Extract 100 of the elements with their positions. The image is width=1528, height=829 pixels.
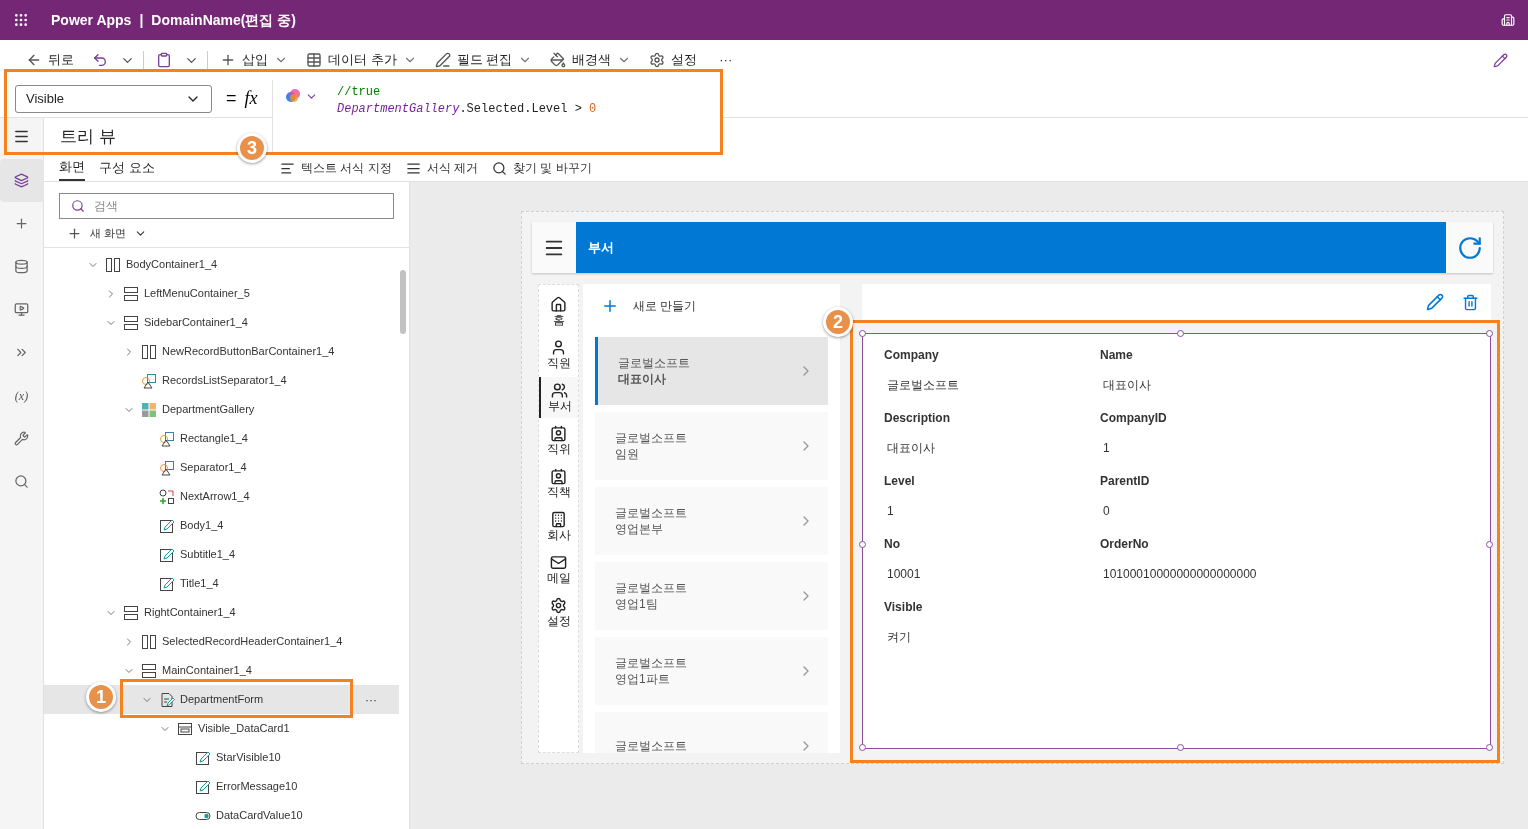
plus-icon [601,297,619,315]
database-icon [14,259,29,274]
panel-title: 트리 뷰 [60,125,116,148]
back-button[interactable]: 뒤로 [20,46,80,74]
field-label: ParentID [1100,473,1151,490]
code-token: DepartmentGallery [337,102,460,116]
new-screen-button[interactable]: 새 화면 [59,219,156,247]
fields-button[interactable]: 필드 편집 [428,46,539,74]
nav-item[interactable]: 회사 [539,506,578,547]
person-icon [550,339,567,356]
nav-item[interactable]: 직위 [539,420,578,461]
nav-item[interactable]: 직책 [539,463,578,504]
gallery-item[interactable]: 글로벌소프트 영업본부 [595,487,828,555]
text-format-button[interactable]: 텍스트 서식 지정 [280,159,392,177]
background-button[interactable]: 배경색 [544,46,638,74]
find-button[interactable]: 찾기 및 바꾸기 [492,159,592,177]
resize-handle[interactable] [1176,330,1184,337]
tree-item[interactable]: MainContainer1_4 [44,656,399,685]
tree-item[interactable]: Rectangle1_4 [44,424,399,453]
more-button[interactable]: ··· [365,690,377,709]
new-record-button[interactable]: 새로 만들기 [595,284,795,328]
nav-item[interactable]: 메일 [539,549,578,590]
resize-handle[interactable] [1486,330,1493,337]
tree-item[interactable]: SidebarContainer1_4 [44,308,399,337]
gallery-item[interactable]: 글로벌소프트 임원 [595,412,828,480]
edit-icon[interactable] [1493,52,1508,68]
tree-item[interactable]: Subtitle1_4 [44,540,399,569]
search-field[interactable]: 검색 [59,193,394,219]
nav-item[interactable]: 부서 [539,377,578,418]
gallery-item[interactable]: 글로벌소프트 영업1팀 [595,562,828,630]
title-separator: | [139,10,144,30]
rows-container-icon [123,285,139,302]
tree-item[interactable]: NewRecordButtonBarContainer1_4 [44,337,399,366]
menu-button[interactable] [532,222,576,273]
tree-item[interactable]: DataCardValue10 [44,801,399,829]
clear-format-button[interactable]: 서식 제거 [405,159,478,177]
tree-item[interactable]: BodyContainer1_4 [44,250,399,279]
formula-editor[interactable]: //true DepartmentGallery.Selected.Level > 0 [272,80,720,152]
app-name: Power Apps [51,10,132,30]
icons-icon [159,488,175,505]
data-button[interactable]: 데이터 추가 [300,46,423,74]
tree-item[interactable]: RecordsListSeparator1_4 [44,366,399,395]
pen-icon [434,52,451,68]
field-label: Level [884,473,916,490]
resize-handle[interactable] [859,330,866,337]
menu-icon[interactable] [13,128,30,145]
contact-card-icon [550,425,567,442]
property-dropdown[interactable]: Visible [15,84,212,113]
tree-item[interactable]: Body1_4 [44,511,399,540]
tree-item[interactable]: Title1_4 [44,569,399,598]
tree-item[interactable]: RightContainer1_4 [44,598,399,627]
department-form[interactable]: Company 글로벌소프트 Name 대표이사 Description 대표이사 CompanyID 1 Level 1 ParentID 0 No 10001 OrderNo 10100010000000000000000 Visible 켜기 [862,333,1491,749]
card-icon [177,720,193,737]
item-subtitle: 대표이사 [618,371,667,387]
gallery-item[interactable]: 글로벌소프트 영업1파트 [595,637,828,705]
resize-handle[interactable] [1176,744,1184,751]
settings-button[interactable]: 설정 [643,46,704,74]
field-label: No [884,536,901,553]
item-subtitle: 영업1파트 [615,671,671,687]
field-value: 대표이사 [886,440,936,457]
tree-item[interactable]: Visible_DataCard1 [44,714,399,743]
resize-handle[interactable] [1486,744,1493,751]
resize-handle[interactable] [1486,541,1493,548]
refresh-button[interactable] [1446,222,1493,273]
tree-item[interactable]: LeftMenuContainer_5 [44,279,399,308]
tree-item[interactable]: NextArrow1_4 [44,482,399,511]
media-icon [14,302,29,317]
rows-container-icon [123,314,139,331]
edit-button[interactable] [1426,293,1444,311]
nav-item[interactable]: 직원 [539,334,578,375]
resize-handle[interactable] [859,744,866,751]
tree-item[interactable]: StarVisible10 [44,743,399,772]
people-icon [551,382,568,399]
clipboard-icon [156,52,172,68]
search-icon [14,474,29,489]
item-title: 글로벌소프트 [615,430,688,446]
undo-icon [92,52,108,68]
layers-button[interactable] [0,159,44,202]
gallery-item[interactable]: 글로벌소프트 대표이사 [595,337,828,405]
tree-item[interactable]: Separator1_4 [44,453,399,482]
field-label: Name [1100,347,1134,364]
app-launcher-icon[interactable] [13,12,29,28]
variables-button[interactable]: (x) [0,374,44,417]
document-title: DomainName(편집 중) [151,10,296,30]
rows-container-icon [123,604,139,621]
panel-tab[interactable]: 화면 [59,155,85,181]
nav-item[interactable]: 홈 [539,291,578,332]
equals-sign: = [226,87,237,110]
resize-handle[interactable] [859,541,866,548]
tree-item[interactable]: SelectedRecordHeaderContainer1_4 [44,627,399,656]
nav-item[interactable]: 설정 [539,592,578,633]
insert-button[interactable]: 삽입 [214,46,294,74]
refresh-icon [1456,234,1483,261]
gallery-item[interactable]: 글로벌소프트 [595,712,828,753]
delete-button[interactable] [1462,293,1479,311]
tree-item[interactable]: ErrorMessage10 [44,772,399,801]
panel-tab[interactable]: 구성 요소 [99,155,155,181]
tree-item[interactable]: DepartmentGallery [44,395,399,424]
more-button[interactable]: ··· [709,46,743,74]
columns-container-icon [141,343,157,360]
